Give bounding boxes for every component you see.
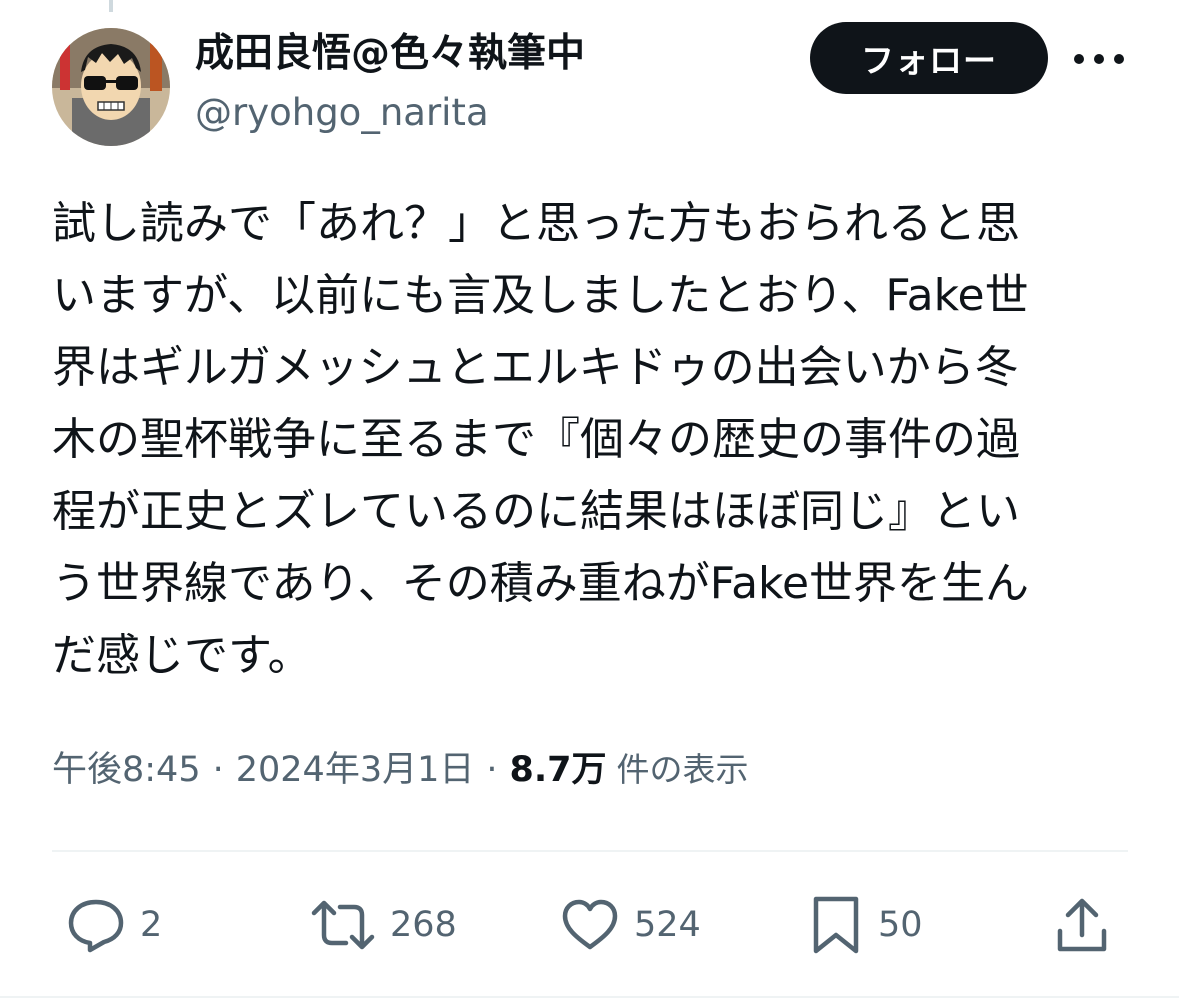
tweet-text-line: 木の聖杯戦争に至るまで『個々の歴史の事件の過	[52, 414, 1020, 465]
bookmark-button[interactable]: 50	[808, 895, 923, 955]
retweet-icon	[311, 900, 375, 950]
tweet-text-line: だ感じです。	[52, 630, 312, 681]
retweet-button[interactable]: 268	[310, 895, 457, 955]
author-display-name[interactable]: 成田良悟@色々執筆中	[195, 30, 585, 78]
tweet-metadata: 午後8:45 · 2024年3月1日 · 8.7万 件の表示	[52, 742, 749, 798]
meta-separator: ·	[486, 750, 498, 790]
heart-icon	[562, 899, 618, 950]
tweet-text-line: 程が正史とズレているのに結果はほぼ同じ』とい	[52, 486, 1020, 537]
divider	[52, 850, 1128, 852]
tweet-body: 試し読みで「あれ？」と思った方もおられると思 いますが、以前にも言及しましたとお…	[52, 188, 1127, 692]
tweet-text-line: 界はギルガメッシュとエルキドゥの出会いから冬	[52, 342, 1019, 393]
tweet-text-line: う世界線であり、その積み重ねがFake世界を生ん	[52, 558, 1030, 609]
retweet-count: 268	[390, 905, 457, 945]
like-count: 524	[634, 905, 701, 945]
share-button[interactable]	[1054, 895, 1110, 955]
reply-icon	[68, 899, 124, 953]
views-count[interactable]: 8.7万	[510, 750, 607, 790]
bookmark-count: 50	[878, 905, 923, 945]
tweet-text-line: いますが、以前にも言及しましたとおり、Fake世	[52, 270, 1029, 321]
reply-button[interactable]: 2	[66, 895, 162, 955]
tweet-time[interactable]: 午後8:45	[52, 750, 201, 790]
share-icon	[1057, 898, 1107, 952]
more-options-icon[interactable]	[1074, 44, 1124, 74]
like-button[interactable]: 524	[560, 895, 701, 955]
thread-connector-line	[109, 0, 113, 12]
meta-separator: ·	[212, 750, 224, 790]
reply-count: 2	[140, 905, 163, 945]
tweet-text-line: 試し読みで「あれ？」と思った方もおられると思	[52, 198, 1020, 249]
views-label: 件の表示	[616, 750, 749, 789]
author-avatar[interactable]	[52, 28, 170, 146]
bookmark-icon	[813, 896, 859, 954]
follow-button[interactable]: フォロー	[810, 22, 1048, 94]
avatar-image	[52, 28, 170, 146]
tweet-date[interactable]: 2024年3月1日	[236, 750, 475, 790]
author-handle[interactable]: @ryohgo_narita	[195, 90, 489, 136]
bottom-divider	[0, 996, 1179, 998]
